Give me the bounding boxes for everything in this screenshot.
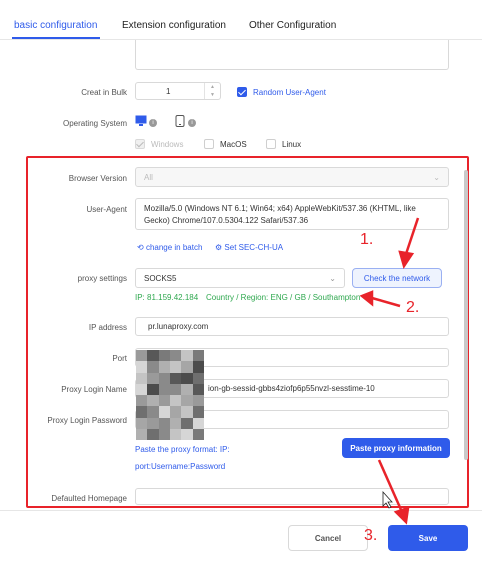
- annotation-2: 2.: [406, 299, 420, 316]
- annotation-1: 1.: [360, 231, 374, 248]
- annotation-arrows: [359, 217, 420, 525]
- annotation-3: 3.: [364, 527, 378, 544]
